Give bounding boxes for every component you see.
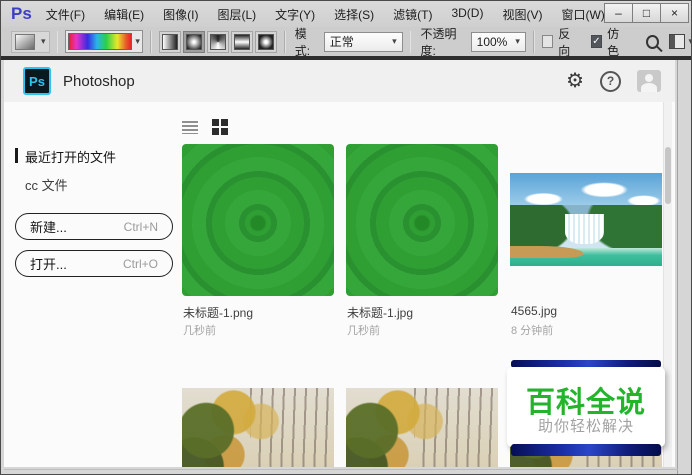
menu-edit[interactable]: 编辑(E) [104, 6, 144, 23]
recent-file-untitled-png[interactable]: 未标题-1.png 几秒前 [182, 144, 334, 337]
angle-gradient-button[interactable] [206, 30, 229, 53]
file-time: 8 分钟前 [511, 325, 554, 337]
opacity-value: 100% [476, 34, 508, 49]
help-icon[interactable]: ? [600, 70, 621, 92]
radial-gradient-icon [185, 33, 202, 50]
reverse-label: 反向 [558, 26, 571, 58]
window-frame-line [4, 469, 678, 470]
file-thumbnail [346, 144, 498, 296]
angle-gradient-icon [209, 33, 226, 50]
watermark-subtitle: 助你轻松解决 [537, 418, 634, 435]
radial-gradient-button[interactable] [182, 30, 205, 53]
gradient-spectrum-icon [68, 33, 133, 50]
linear-gradient-icon [161, 33, 178, 50]
gradient-preset-swatch-icon [15, 33, 35, 50]
watermark-bottom-bar [511, 444, 661, 456]
menu-bar: 文件(F) 编辑(E) 图像(I) 图层(L) 文字(Y) 选择(S) 滤镜(T… [46, 6, 665, 23]
avatar[interactable] [637, 70, 661, 92]
opacity-label: 不透明度: [420, 26, 457, 58]
title-bar: Ps 文件(F) 编辑(E) 图像(I) 图层(L) 文字(Y) 选择(S) 滤… [1, 1, 691, 28]
new-file-button[interactable]: 新建... Ctrl+N [15, 213, 173, 240]
chevron-down-icon: ▾ [688, 36, 691, 47]
watermark-badge: 百科全说 助你轻松解决 [507, 357, 665, 461]
open-file-shortcut: Ctrl+O [122, 256, 158, 271]
recent-file-tile[interactable] [182, 388, 334, 467]
ps-app-icon: Ps [23, 67, 51, 95]
file-time: 几秒前 [183, 325, 216, 337]
new-file-shortcut: Ctrl+N [123, 219, 158, 234]
recent-file-4565-jpg[interactable]: 4565.jpg 8 分钟前 [510, 144, 662, 337]
menu-3d[interactable]: 3D(D) [451, 6, 483, 23]
scrollbar-thumb[interactable] [665, 147, 671, 204]
file-thumbnail [346, 388, 498, 467]
reflected-gradient-button[interactable] [230, 30, 253, 53]
maximize-button[interactable]: □ [632, 3, 661, 23]
file-name: 4565.jpg [511, 304, 558, 318]
active-item-marker [15, 148, 18, 163]
menu-layer[interactable]: 图层(L) [217, 6, 256, 23]
file-name: 未标题-1.png [183, 306, 254, 320]
gradient-type-buttons [158, 30, 277, 53]
page-title: Photoshop [63, 72, 135, 90]
menu-filter[interactable]: 滤镜(T) [393, 6, 432, 23]
reflected-gradient-icon [233, 33, 250, 50]
dither-label: 仿色 [607, 26, 620, 58]
grid-view-icon[interactable] [212, 119, 229, 136]
file-thumbnail [182, 144, 334, 296]
blend-mode-value: 正常 [329, 35, 354, 49]
mode-label: 模式: [294, 26, 311, 58]
app-logo: Ps [11, 4, 32, 23]
opacity-select[interactable]: 100% ▾ [470, 31, 526, 52]
file-time: 几秒前 [347, 325, 380, 337]
tool-options-bar: ▾ ▾ 模式: 正常 ▾ 不透明度: 100% ▾ 反向 ✓ 仿色 [1, 25, 691, 59]
menu-select[interactable]: 选择(S) [334, 6, 374, 23]
sidebar-item-recent-files[interactable]: 最近打开的文件 [25, 147, 116, 166]
new-file-label: 新建... [30, 220, 67, 235]
checkbox-icon [590, 35, 603, 48]
gradient-editor-picker[interactable]: ▾ [65, 30, 143, 53]
recent-file-tile[interactable] [346, 388, 498, 467]
file-thumbnail [510, 173, 662, 266]
reverse-checkbox[interactable]: 反向 [541, 25, 579, 59]
window-controls: – □ × [604, 3, 689, 23]
dither-checkbox[interactable]: 仿色 [590, 25, 628, 59]
diamond-gradient-icon [257, 33, 274, 50]
diamond-gradient-button[interactable] [254, 30, 277, 53]
menu-image[interactable]: 图像(I) [163, 6, 198, 23]
menu-view[interactable]: 视图(V) [502, 6, 542, 23]
checkbox-icon [541, 35, 554, 48]
list-view-icon[interactable] [182, 121, 198, 134]
chevron-down-icon: ▾ [515, 36, 520, 46]
search-icon[interactable] [645, 34, 659, 49]
menu-window[interactable]: 窗口(W) [561, 6, 604, 23]
gear-icon[interactable]: ⚙ [566, 71, 584, 91]
start-screen-header: Ps Photoshop ⚙ ? [4, 60, 675, 103]
chevron-down-icon: ▾ [392, 36, 397, 46]
open-file-label: 打开... [30, 257, 67, 272]
sidebar-item-cc-files[interactable]: cc 文件 [25, 175, 68, 194]
blend-mode-select[interactable]: 正常 ▾ [323, 31, 403, 52]
photoshop-window: Ps 文件(F) 编辑(E) 图像(I) 图层(L) 文字(Y) 选择(S) 滤… [0, 0, 692, 475]
window-frame-line [677, 60, 678, 474]
menu-file[interactable]: 文件(F) [46, 6, 85, 23]
close-button[interactable]: × [660, 3, 689, 23]
linear-gradient-button[interactable] [158, 30, 181, 53]
file-name: 未标题-1.jpg [347, 306, 414, 320]
chevron-down-icon: ▾ [135, 36, 140, 46]
menu-type[interactable]: 文字(Y) [275, 6, 315, 23]
open-file-button[interactable]: 打开... Ctrl+O [15, 250, 173, 277]
recent-file-untitled-jpg[interactable]: 未标题-1.jpg 几秒前 [346, 144, 498, 337]
minimize-button[interactable]: – [604, 3, 633, 23]
file-thumbnail [182, 388, 334, 467]
workspace-switcher-icon[interactable] [668, 34, 686, 49]
tool-preset-picker[interactable]: ▾ [11, 30, 50, 53]
chevron-down-icon: ▾ [41, 36, 46, 46]
